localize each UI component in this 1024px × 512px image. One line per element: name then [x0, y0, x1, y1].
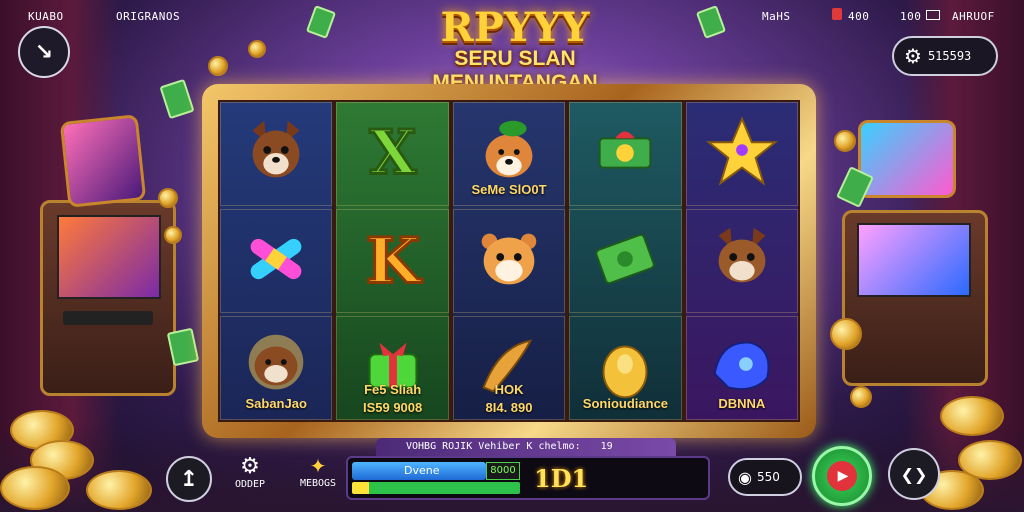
autoplay-button[interactable]: ❮❯ [888, 448, 940, 500]
battery-icon [926, 10, 940, 20]
coin-icon [830, 318, 862, 350]
status-label-4: AHRUOF [952, 10, 995, 23]
bandage-icon [237, 220, 315, 302]
svg-text:K: K [365, 223, 422, 297]
top-left-label: KUABO [28, 10, 64, 23]
reel-symbol [685, 209, 799, 313]
star-icon: ✦ [309, 454, 327, 478]
coin-icon [834, 130, 856, 152]
letter-x-icon: X [354, 113, 432, 195]
progress-fill [352, 482, 520, 494]
bet-value: 550 [756, 470, 780, 484]
symbol-caption: SeMe SlO0T [471, 182, 547, 197]
oddep-label: ODDEP [234, 479, 266, 490]
blue-bar: Dvene [352, 462, 486, 480]
dog-paws-icon [703, 220, 781, 302]
arrow-up-icon: ↥ [179, 466, 199, 492]
symbol-caption: DBNNA [718, 396, 766, 411]
arrow-icon: ↘ [34, 39, 54, 65]
symbol-caption: Fe5 Sliah [364, 382, 422, 397]
coin-icon [164, 226, 182, 244]
green-value: 8000 [486, 462, 520, 480]
gear-icon: ⚙ [904, 44, 922, 68]
signal-icon [832, 8, 842, 20]
bet-pill[interactable]: ◉ 550 [728, 458, 802, 496]
right-arcade-machine [842, 210, 988, 386]
top-left-label-2: ORIGRANOS [116, 10, 181, 23]
right-wall-screen [858, 120, 956, 198]
mebogs-button[interactable]: ✦ MEBOGS [290, 454, 346, 498]
reel-symbol: Fe5 Sliah IS59 9008 [336, 316, 449, 420]
settings-value: 515593 [927, 49, 972, 63]
reel-column-3: SeMe SlO0T HOK 8I4. 890 [452, 102, 566, 420]
spin-button[interactable]: ▶ [812, 446, 872, 506]
left-arcade-machine [40, 200, 176, 396]
crown-icon [703, 113, 781, 195]
reel-symbol: DBNNA [685, 316, 799, 420]
svg-text:X: X [369, 117, 416, 188]
reel-symbol: Sonioudiance [569, 316, 682, 420]
reel-column-2: X K Fe5 Sliah IS59 9008 [336, 102, 449, 420]
reel-symbol: K [336, 209, 449, 313]
reel-column-4: Sonioudiance [569, 102, 682, 420]
reel-symbol: SeMe SlO0T [452, 102, 566, 206]
logo-title: RPYYY [440, 4, 590, 51]
reel-symbol [569, 209, 682, 313]
chip-icon: ◉ [738, 467, 752, 487]
reel-symbol [220, 209, 333, 313]
reel-symbol: X [336, 102, 449, 206]
reel-symbol: HOK 8I4. 890 [452, 316, 566, 420]
symbol-amount: IS59 9008 [362, 400, 423, 415]
arrows-icon: ❮❯ [900, 464, 928, 484]
reels-grid: SabanJao X K Fe5 Sliah IS59 9008 SeMe SlO0T HO… [218, 100, 800, 422]
cash-note-icon [586, 220, 664, 302]
left-wall-screen [59, 114, 147, 208]
meter-box: Dvene 8000 1D1 [346, 456, 710, 500]
symbol-caption: SabanJao [245, 396, 307, 411]
meter-panel: VOHBG ROJIK Vehiber K chelmo: 19 Dvene 8… [346, 438, 710, 504]
game-logo: RPYYY SERU SLAN MENUNTANGAN [380, 4, 650, 95]
reel-column-5: DBNNA [685, 102, 799, 420]
status-label-3: 100 [900, 10, 922, 23]
hamster-icon [470, 220, 548, 302]
mebogs-label: MEBOGS [299, 478, 337, 489]
info-count: 19 [600, 441, 613, 452]
symbol-caption: HOK [494, 382, 524, 397]
status-label-1: MaHS [762, 10, 791, 23]
reel-symbol [569, 102, 682, 206]
reel-symbol [685, 102, 799, 206]
dog-icon [237, 113, 315, 195]
reel-symbol: SabanJao [220, 316, 333, 420]
settings-balance-pill[interactable]: ⚙ 515593 [892, 36, 998, 76]
info-text: VOHBG ROJIK Vehiber K chelmo: [406, 441, 581, 452]
oddep-button[interactable]: ⚙ ODDEP [228, 454, 272, 498]
coin-icon [158, 188, 178, 208]
coin-icon [850, 386, 872, 408]
banknote-icon [695, 5, 727, 39]
win-digits: 1D1 [534, 464, 589, 493]
info-strip: VOHBG ROJIK Vehiber K chelmo: 19 [376, 438, 676, 456]
boost-button[interactable]: ↥ [166, 456, 212, 502]
reel-symbol [452, 209, 566, 313]
coin-icon [248, 40, 266, 58]
symbol-caption: Sonioudiance [582, 396, 669, 411]
reel-column-1: SabanJao [220, 102, 333, 420]
banknote-icon [166, 327, 200, 367]
gear-icon: ⚙ [240, 454, 260, 479]
money-stack-icon [586, 113, 664, 195]
reel-frame: SabanJao X K Fe5 Sliah IS59 9008 SeMe SlO0T HO… [202, 84, 816, 438]
status-label-2: 400 [848, 10, 870, 23]
banknote-icon [159, 78, 195, 120]
blue-bar-label: Dvene [404, 464, 440, 477]
reel-symbol [220, 102, 333, 206]
play-icon: ▶ [827, 461, 857, 491]
symbol-amount: 8I4. 890 [485, 400, 533, 415]
coin-icon [208, 56, 228, 76]
letter-k-icon: K [354, 220, 432, 302]
progress-track [352, 482, 520, 494]
menu-button[interactable]: ↘ [18, 26, 70, 78]
banknote-icon [305, 5, 337, 39]
